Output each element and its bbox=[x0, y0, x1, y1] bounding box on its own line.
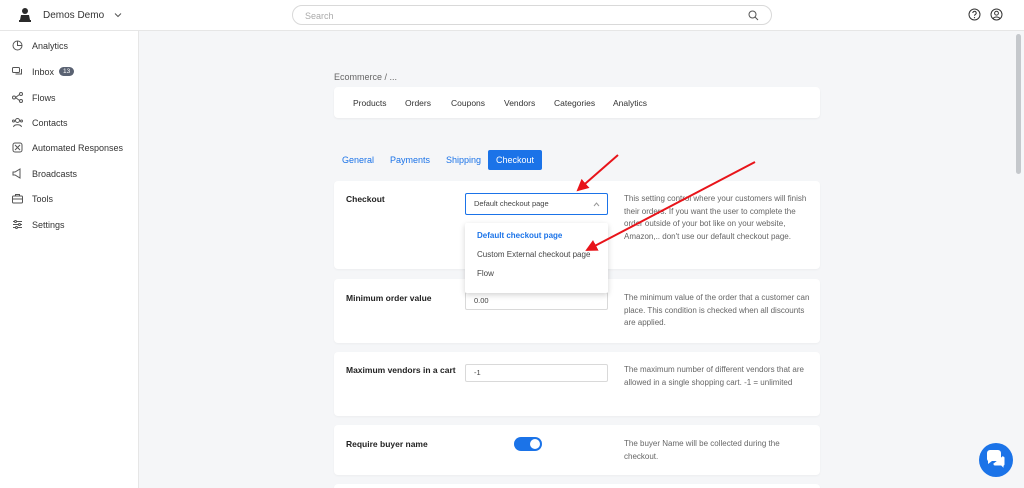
sidebar-item-settings[interactable]: Settings bbox=[0, 215, 139, 235]
contacts-icon bbox=[12, 118, 23, 128]
subtab-checkout[interactable]: Checkout bbox=[488, 150, 542, 170]
min-order-value: 0.00 bbox=[474, 296, 489, 305]
max-vendors-description: The maximum number of different vendors … bbox=[624, 365, 804, 387]
max-vendors-value: -1 bbox=[474, 368, 481, 377]
subtab-general[interactable]: General bbox=[342, 155, 374, 165]
top-bar: Demos Demo Search bbox=[0, 0, 1024, 31]
max-vendors-setting-card: Maximum vendors in a cart -1 The maximum… bbox=[334, 352, 820, 416]
tab-orders[interactable]: Orders bbox=[405, 98, 431, 108]
max-vendors-input[interactable]: -1 bbox=[465, 364, 608, 382]
unread-count-badge: 13 bbox=[59, 67, 75, 76]
sidebar-item-label: Flows bbox=[32, 93, 56, 103]
next-setting-card bbox=[334, 484, 820, 488]
workspace-logo-icon bbox=[19, 8, 31, 22]
automated-responses-icon bbox=[12, 142, 23, 153]
min-order-title: Minimum order value bbox=[346, 293, 432, 303]
search-placeholder: Search bbox=[305, 11, 334, 21]
require-name-title: Require buyer name bbox=[346, 439, 428, 449]
broadcasts-icon bbox=[12, 168, 21, 179]
sidebar: Analytics Inbox 13 Flows Contacts Automa… bbox=[0, 31, 139, 488]
checkout-type-select[interactable]: Default checkout page bbox=[465, 193, 608, 215]
tab-vendors[interactable]: Vendors bbox=[504, 98, 535, 108]
search-input[interactable]: Search bbox=[292, 5, 772, 25]
chevron-up-icon bbox=[593, 202, 600, 207]
sidebar-item-label: Tools bbox=[32, 194, 54, 204]
sidebar-item-label: Analytics bbox=[32, 41, 69, 51]
tab-products[interactable]: Products bbox=[353, 98, 387, 108]
checkout-description: This setting control where your customer… bbox=[624, 194, 807, 241]
sidebar-item-analytics[interactable]: Analytics bbox=[0, 36, 139, 56]
sidebar-item-label: Automated Responses bbox=[32, 143, 124, 153]
chat-bubbles-icon bbox=[987, 450, 1006, 471]
min-order-description: The minimum value of the order that a cu… bbox=[624, 293, 810, 327]
checkout-select-value: Default checkout page bbox=[474, 199, 549, 208]
breadcrumb[interactable]: Ecommerce / ... bbox=[334, 72, 397, 82]
settings-icon bbox=[13, 220, 22, 229]
max-vendors-title: Maximum vendors in a cart bbox=[346, 365, 456, 375]
option-default-checkout[interactable]: Default checkout page bbox=[477, 231, 562, 240]
tab-categories[interactable]: Categories bbox=[554, 98, 595, 108]
chat-launcher-button[interactable] bbox=[979, 443, 1013, 477]
flows-icon bbox=[12, 92, 23, 103]
require-name-description: The buyer Name will be collected during … bbox=[624, 439, 780, 461]
sidebar-item-flows[interactable]: Flows bbox=[0, 88, 139, 108]
sidebar-item-label: Settings bbox=[32, 220, 65, 230]
sidebar-item-tools[interactable]: Tools bbox=[0, 189, 139, 209]
min-order-input[interactable]: 0.00 bbox=[465, 292, 608, 310]
tools-icon bbox=[12, 194, 23, 204]
ecommerce-tab-bar: Products Orders Coupons Vendors Categori… bbox=[334, 87, 820, 118]
tab-analytics[interactable]: Analytics bbox=[613, 98, 647, 108]
search-icon bbox=[748, 10, 759, 21]
require-name-toggle[interactable] bbox=[514, 437, 542, 451]
require-name-setting-card: Require buyer name The buyer Name will b… bbox=[334, 425, 820, 475]
sidebar-item-label: Inbox bbox=[32, 67, 55, 77]
sidebar-item-automated-responses[interactable]: Automated Responses bbox=[0, 138, 139, 158]
option-flow[interactable]: Flow bbox=[477, 269, 494, 278]
workspace-switcher[interactable]: Demos Demo bbox=[17, 7, 122, 23]
user-account-icon[interactable] bbox=[990, 8, 1003, 21]
option-custom-external-checkout[interactable]: Custom External checkout page bbox=[477, 250, 590, 259]
sidebar-item-inbox[interactable]: Inbox 13 bbox=[0, 62, 139, 82]
toggle-knob bbox=[530, 439, 540, 449]
workspace-name: Demos Demo bbox=[43, 9, 105, 21]
checkout-type-dropdown: Default checkout page Custom External ch… bbox=[465, 223, 608, 293]
tab-coupons[interactable]: Coupons bbox=[451, 98, 485, 108]
sidebar-item-contacts[interactable]: Contacts bbox=[0, 113, 139, 133]
sidebar-item-label: Contacts bbox=[32, 118, 68, 128]
inbox-icon bbox=[12, 67, 22, 75]
sidebar-item-label: Broadcasts bbox=[32, 169, 78, 179]
checkout-title: Checkout bbox=[346, 194, 385, 204]
page-scrollbar[interactable] bbox=[1016, 34, 1021, 174]
subtab-shipping[interactable]: Shipping bbox=[446, 155, 481, 165]
help-icon[interactable] bbox=[968, 8, 981, 21]
subtab-payments[interactable]: Payments bbox=[390, 155, 430, 165]
sidebar-item-broadcasts[interactable]: Broadcasts bbox=[0, 164, 139, 184]
analytics-icon bbox=[12, 40, 23, 51]
chevron-down-icon bbox=[114, 13, 122, 18]
